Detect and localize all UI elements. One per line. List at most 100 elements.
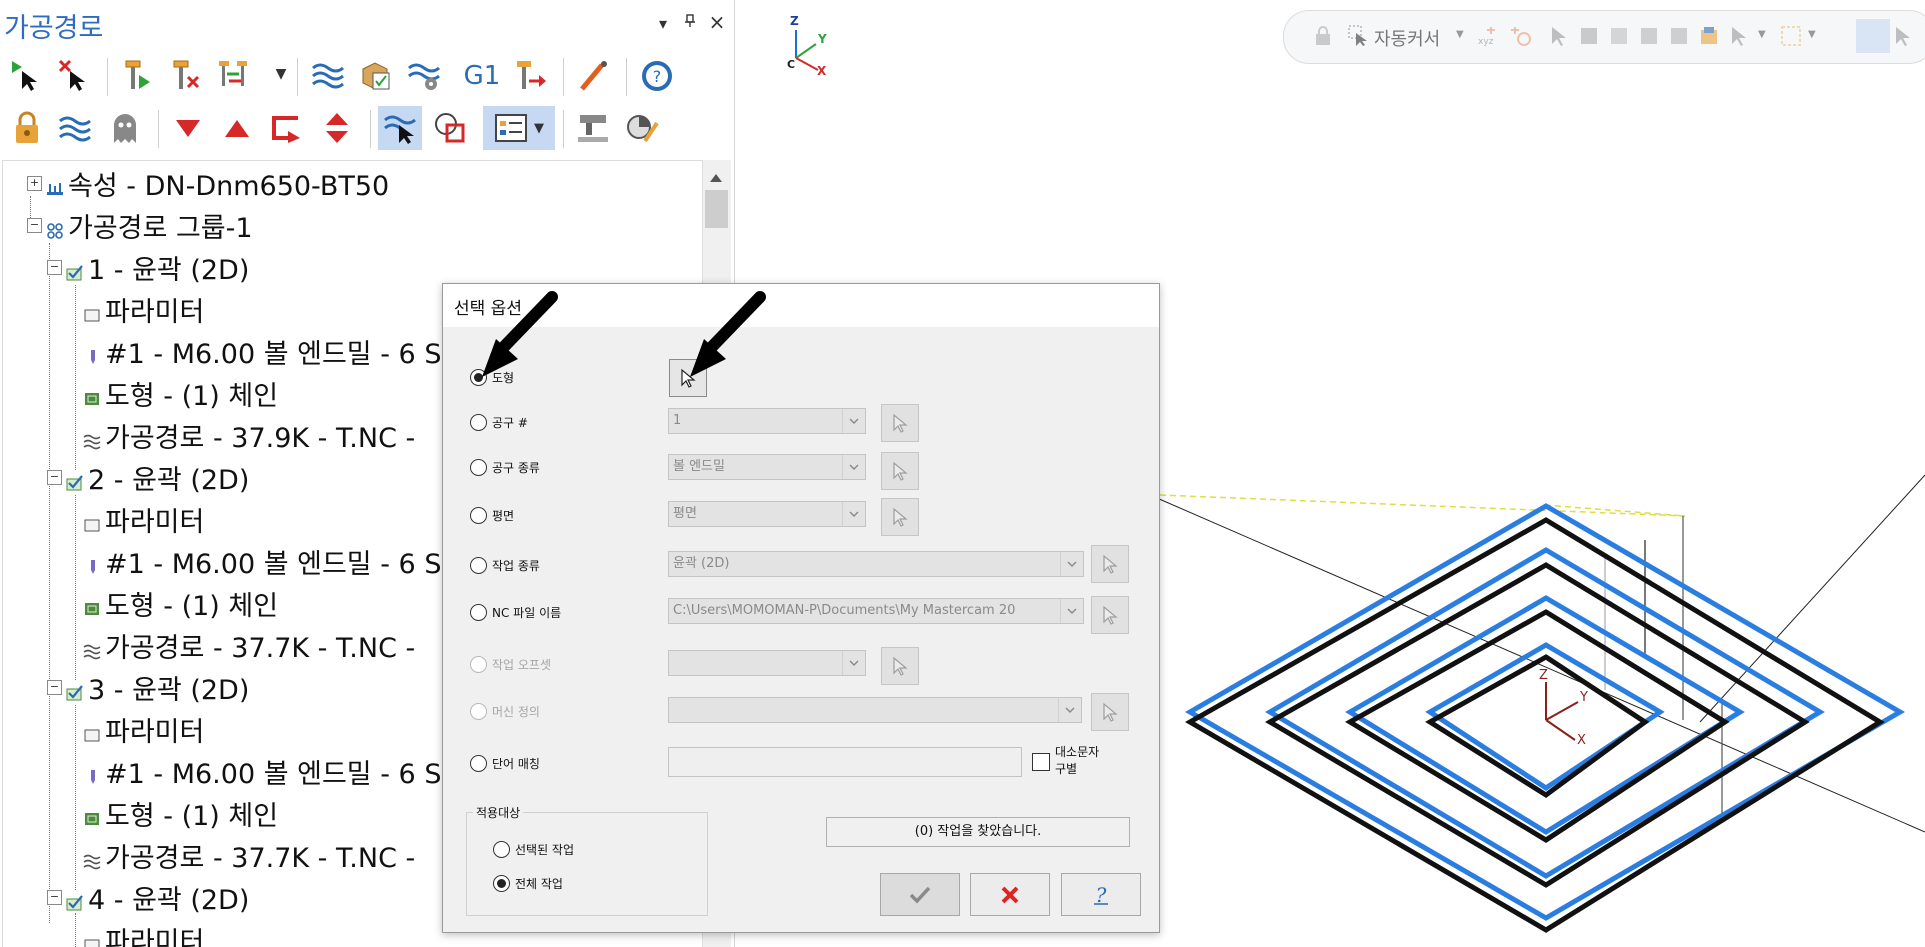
tree-item-tool[interactable]: #1 - M6.00 볼 엔드밀 - 6 S [83, 751, 441, 791]
collapse-icon[interactable]: − [47, 679, 62, 695]
work-offset-combo[interactable] [668, 650, 866, 676]
toggle-display-icon[interactable] [53, 106, 97, 150]
pick-work-offset-button[interactable] [881, 647, 919, 685]
scroll-up-icon[interactable] [709, 168, 723, 187]
select-body-icon[interactable] [1668, 25, 1690, 47]
tree-item-parameters[interactable]: 파라미터 [83, 289, 204, 329]
checkbox-box[interactable] [1032, 753, 1050, 771]
post-operations-icon[interactable] [508, 54, 552, 98]
snap-gear-icon[interactable] [1510, 25, 1532, 47]
verify-icon[interactable] [354, 54, 398, 98]
stock-model-icon[interactable] [620, 106, 664, 150]
radio-apply-all[interactable]: 전체 작업 [493, 875, 563, 892]
regenerate-dirty-icon[interactable] [163, 54, 207, 98]
collapse-icon[interactable]: − [47, 889, 62, 905]
chevron-down-icon[interactable]: ▼ [271, 66, 291, 82]
tree-item-parameters[interactable]: 파라미터 [83, 499, 204, 539]
tree-item-toolpath[interactable]: 가공경로 - 37.9K - T.NC - [83, 415, 415, 455]
help-icon[interactable]: ? [635, 54, 679, 98]
autocursor-label[interactable]: 자동커서 [1374, 25, 1440, 51]
panel-menu-dropdown[interactable]: ▾ [653, 14, 673, 33]
tree-item-toolpath[interactable]: 가공경로 - 37.7K - T.NC - [83, 835, 415, 875]
radio-circle[interactable] [470, 656, 487, 673]
pick-machine-definition-button[interactable] [1091, 693, 1129, 731]
verify-selection-icon[interactable] [1856, 19, 1890, 53]
collapse-icon[interactable]: − [47, 469, 62, 485]
tree-item-operation[interactable]: − 4 - 윤곽 (2D) [47, 877, 249, 917]
lock-icon[interactable] [5, 106, 49, 150]
expand-icon[interactable]: + [27, 175, 42, 191]
xyz-input-icon[interactable]: xyz [1477, 25, 1499, 47]
tree-item-geometry[interactable]: 도형 - (1) 체인 [83, 793, 278, 833]
operation-type-combo[interactable]: 윤곽 (2D) [668, 551, 1084, 577]
panel-close-icon[interactable]: × [707, 10, 727, 34]
radio-apply-selected[interactable]: 선택된 작업 [493, 841, 574, 858]
radio-word-match[interactable]: 단어 매칭 [470, 755, 540, 772]
radio-work-offset[interactable]: 작업 오프셋 [470, 656, 551, 673]
chevron-down-icon[interactable]: ▼ [1808, 29, 1816, 40]
ok-button[interactable] [880, 873, 960, 916]
collapse-icon[interactable]: − [27, 217, 42, 233]
tool-type-combo[interactable]: 볼 엔드밀 [668, 454, 866, 480]
deselect-all-ops-icon[interactable] [53, 54, 97, 98]
radio-circle[interactable] [470, 507, 487, 524]
radio-plane[interactable]: 평면 [470, 507, 514, 524]
tree-item-tool[interactable]: #1 - M6.00 볼 엔드밀 - 6 S [83, 541, 441, 581]
tree-item-group[interactable]: − 가공경로 그룹-1 [27, 205, 253, 245]
radio-circle[interactable] [470, 459, 487, 476]
tree-item-tool[interactable]: #1 - M6.00 볼 엔드밀 - 6 S [83, 331, 441, 371]
select-all-ops-icon[interactable] [5, 54, 49, 98]
tree-item-geometry[interactable]: 도형 - (1) 체인 [83, 583, 278, 623]
ghost-icon[interactable] [103, 106, 147, 150]
nc-file-combo[interactable]: C:\Users\MOMOMAN-P\Documents\My Masterca… [668, 598, 1084, 624]
pick-tool-type-button[interactable] [881, 452, 919, 490]
help-button[interactable]: ? [1061, 873, 1141, 916]
scroll-to-insert-icon[interactable] [315, 106, 359, 150]
move-down-icon[interactable] [166, 106, 210, 150]
simulate-icon[interactable] [402, 54, 446, 98]
plane-combo[interactable]: 평면 [668, 501, 866, 527]
scroll-thumb[interactable] [705, 190, 728, 228]
radio-tool-type[interactable]: 공구 종류 [470, 459, 540, 476]
radio-circle[interactable] [493, 875, 510, 892]
tree-item-operation[interactable]: − 2 - 윤곽 (2D) [47, 457, 249, 497]
radio-circle[interactable] [470, 557, 487, 574]
selection-cursor-icon[interactable] [1348, 25, 1370, 47]
word-match-input[interactable] [668, 747, 1022, 777]
tree-item-machine[interactable]: + 속성 - DN-Dnm650-BT50 [27, 163, 389, 203]
window-select-icon[interactable] [1780, 25, 1802, 47]
pin-icon[interactable] [680, 14, 700, 32]
pick-tool-button[interactable] [881, 404, 919, 442]
select-face-icon[interactable] [1608, 25, 1630, 47]
radio-machine-definition[interactable]: 머신 정의 [470, 703, 540, 720]
select-toolpath-icon[interactable] [378, 106, 422, 150]
case-sensitive-checkbox[interactable]: 대소문자 구별 [1032, 744, 1099, 778]
tool-number-combo[interactable]: 1 [668, 408, 866, 434]
move-up-icon[interactable] [215, 106, 259, 150]
tree-item-toolpath[interactable]: 가공경로 - 37.7K - T.NC - [83, 625, 415, 665]
tree-item-operation[interactable]: − 3 - 윤곽 (2D) [47, 667, 249, 707]
machine-icon[interactable] [571, 106, 615, 150]
radio-nc-file[interactable]: NC 파일 이름 [470, 604, 561, 621]
select-edge-icon[interactable] [1638, 25, 1660, 47]
regenerate-selected-icon[interactable] [115, 54, 159, 98]
chevron-down-icon[interactable]: ▼ [1758, 29, 1766, 40]
radio-circle[interactable] [470, 414, 487, 431]
select-solid-icon[interactable] [1578, 25, 1600, 47]
radio-circle[interactable] [470, 755, 487, 772]
radio-circle[interactable] [470, 703, 487, 720]
collapse-icon[interactable]: − [47, 259, 62, 275]
pick-plane-button[interactable] [881, 498, 919, 536]
tree-item-geometry[interactable]: 도형 - (1) 체인 [83, 373, 278, 413]
display-options-dropdown[interactable]: ▼ [483, 106, 555, 150]
backplot-options-icon[interactable] [212, 54, 256, 98]
radio-operation-type[interactable]: 작업 종류 [470, 557, 540, 574]
tree-item-parameters[interactable]: 파라미터 [83, 919, 204, 947]
post-selected-g1[interactable]: G1 [460, 54, 504, 98]
show-geometry-icon[interactable] [428, 106, 472, 150]
insert-arrow-icon[interactable] [265, 106, 309, 150]
machine-definition-combo[interactable] [668, 697, 1082, 723]
backplot-icon[interactable] [306, 54, 350, 98]
cancel-button[interactable] [970, 873, 1050, 916]
radio-circle[interactable] [470, 604, 487, 621]
